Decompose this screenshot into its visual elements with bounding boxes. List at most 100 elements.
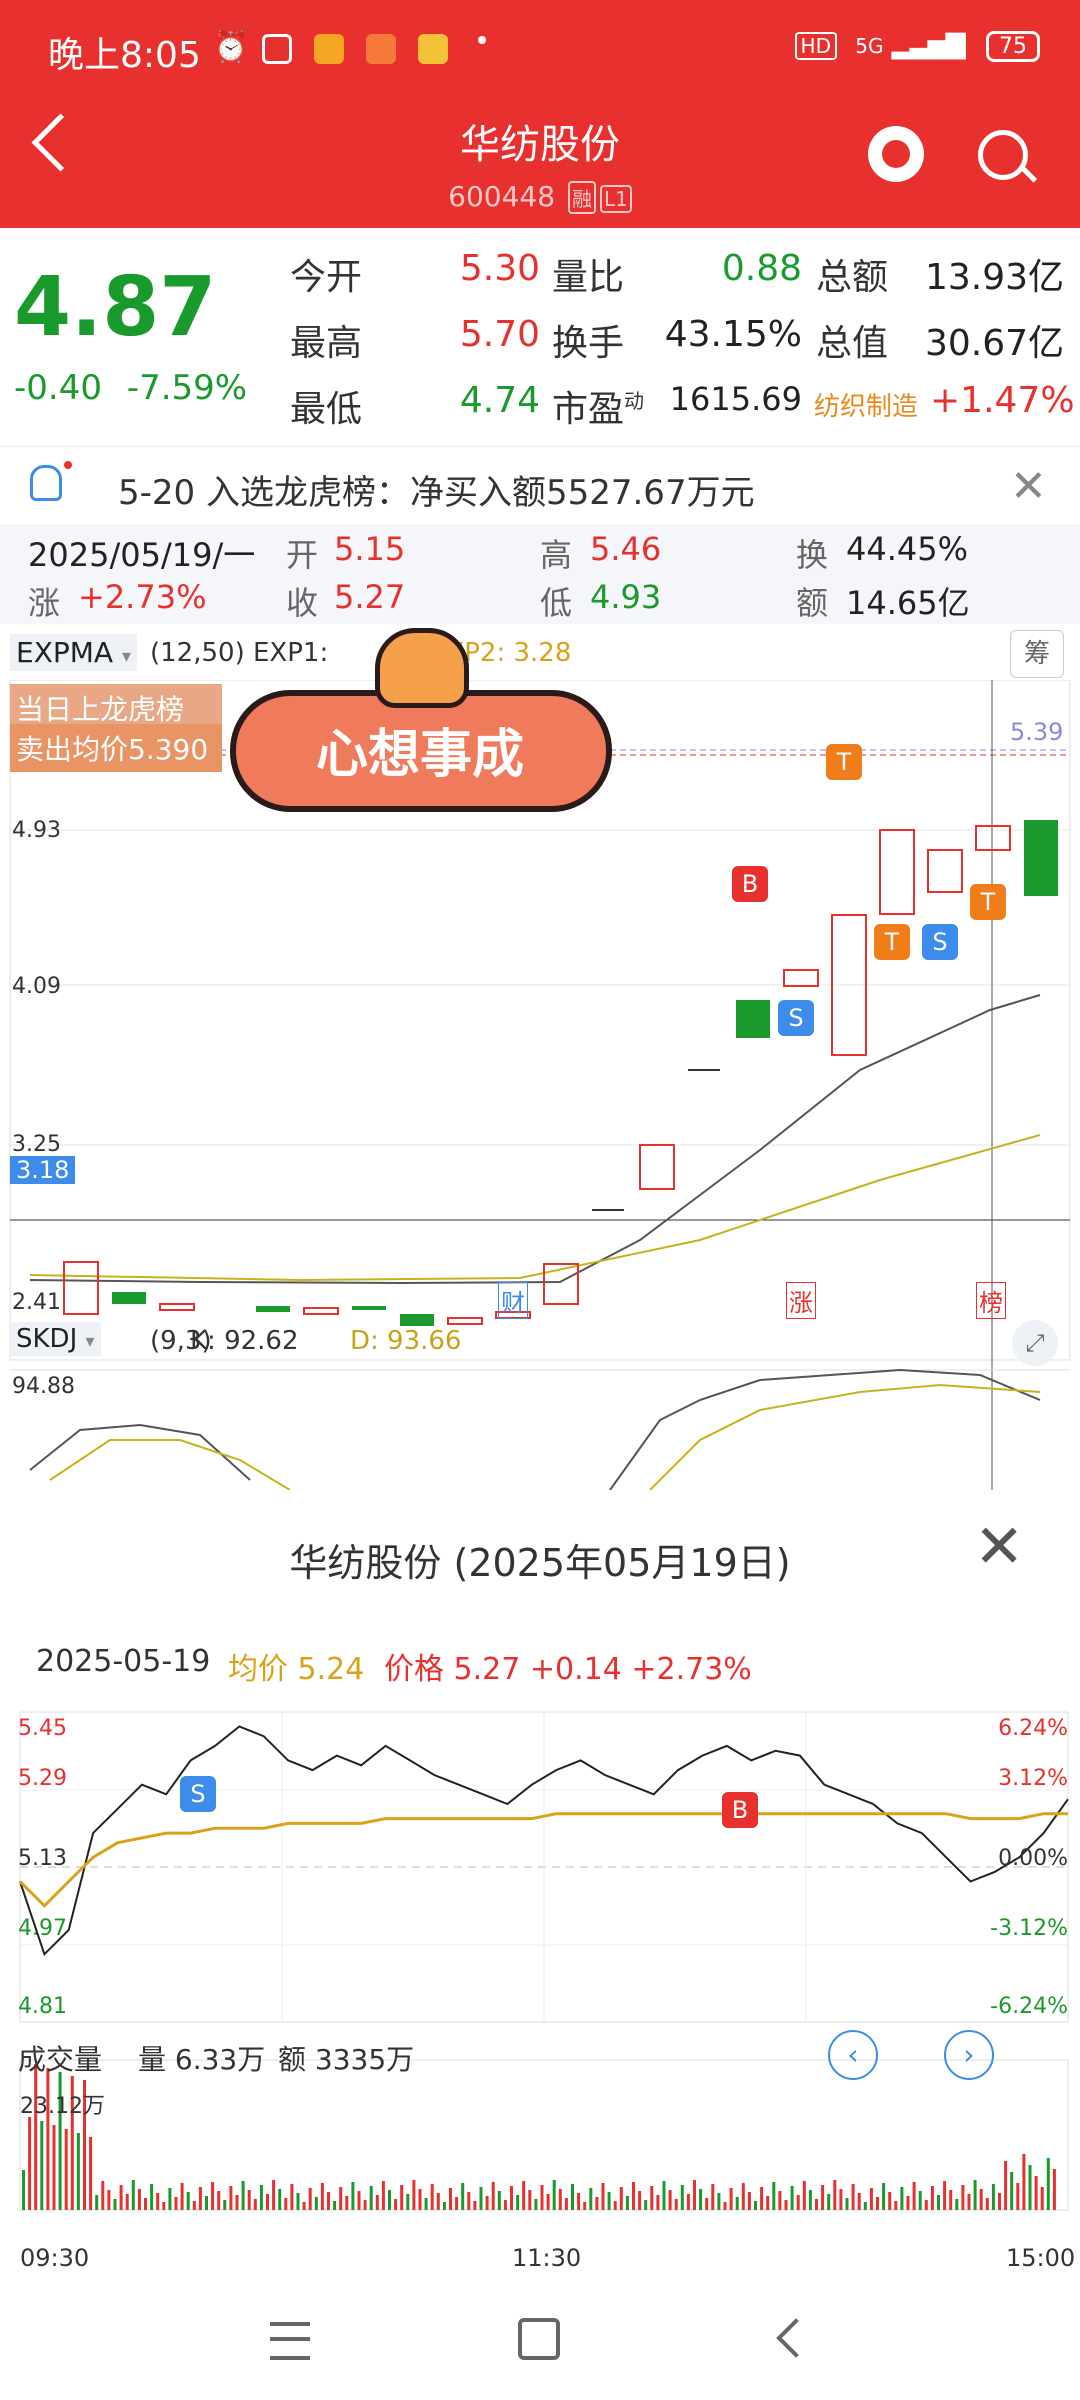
volume-bar <box>363 2200 367 2210</box>
limit-up-marker[interactable]: 涨 <box>786 1282 816 1319</box>
volume-bar <box>674 2199 678 2210</box>
close-notice-icon[interactable]: ✕ <box>1010 461 1047 512</box>
volume-bar <box>613 2201 617 2210</box>
label-high: 最高 <box>290 323 363 364</box>
volume-bar <box>571 2184 574 2210</box>
app-notification-icon-3 <box>418 34 448 64</box>
volume-bar <box>632 2182 635 2210</box>
volume-bar <box>510 2186 513 2210</box>
volume-bar <box>266 2194 269 2210</box>
sell-marker[interactable]: S <box>778 1000 814 1036</box>
back-nav-icon[interactable] <box>776 2318 816 2358</box>
volume-bar <box>131 2180 135 2210</box>
volume-bar <box>229 2186 233 2210</box>
volume-bar <box>290 2184 294 2210</box>
volume-bar <box>906 2196 910 2210</box>
volume-bar <box>137 2189 141 2210</box>
chevron-down-icon: ▾ <box>121 646 132 667</box>
volume-bar <box>1040 2187 1044 2210</box>
expand-icon[interactable]: ⤢ <box>1012 1320 1058 1366</box>
kline-date: 2025/05/19/一 <box>28 536 256 574</box>
search-icon[interactable] <box>978 130 1028 180</box>
volume-bar <box>22 2170 25 2210</box>
volume-bar <box>583 2202 587 2210</box>
volume-bar <box>76 2133 80 2210</box>
volume-bar <box>1046 2158 1050 2210</box>
robot-assistant-icon[interactable] <box>868 126 924 182</box>
volume-bar <box>461 2183 465 2210</box>
volume-bar <box>400 2185 404 2210</box>
label-turnover: 换手 <box>552 323 625 364</box>
volume-bar <box>815 2199 818 2210</box>
volume-bar <box>699 2189 703 2210</box>
label-industry[interactable]: 纺织制造 <box>814 386 918 423</box>
close-icon[interactable]: ✕ <box>974 1512 1024 1582</box>
prev-day-button[interactable]: ‹ <box>828 2030 878 2080</box>
intraday-svg[interactable] <box>0 1710 1080 2260</box>
t-marker[interactable]: T <box>970 884 1006 920</box>
right-axis-label: -3.12% <box>990 1916 1068 1941</box>
volume-bar <box>1034 2176 1038 2210</box>
volume-bar <box>253 2199 257 2210</box>
kline-high: 5.46 <box>590 530 662 568</box>
volume-bar <box>473 2201 477 2210</box>
volume-bar <box>656 2195 660 2210</box>
volume-bar <box>589 2188 593 2210</box>
volume-bar <box>351 2182 355 2210</box>
indicator-name: EXPMA <box>16 636 114 669</box>
volume-bar <box>101 2181 105 2210</box>
volume-value: 量 6.33万 <box>138 2043 266 2076</box>
skdj-d-line <box>49 1439 291 1490</box>
kline-turn: 44.45% <box>846 530 969 568</box>
t-marker[interactable]: T <box>826 744 862 780</box>
dragon-tiger-label-2: 卖出均价5.390 <box>10 724 222 772</box>
candle <box>256 1306 290 1312</box>
kline-low-label: 低 <box>540 584 573 622</box>
sell-marker[interactable]: S <box>922 924 958 960</box>
volume-bar <box>296 2193 300 2210</box>
volume-bar <box>156 2193 160 2210</box>
battery-icon: 75 <box>986 31 1040 62</box>
candles <box>63 820 1058 1326</box>
volume-bar <box>821 2185 825 2210</box>
volume-bar <box>491 2182 495 2210</box>
indicator-select[interactable]: EXPMA ▾ <box>10 634 138 671</box>
volume-bar <box>876 2197 879 2210</box>
sell-marker[interactable]: S <box>180 1776 216 1812</box>
price-pct: +2.73% <box>631 1652 752 1687</box>
volume-bar <box>388 2190 391 2210</box>
price-value: 5.27 <box>453 1652 521 1687</box>
change-value: -0.40 <box>14 368 102 408</box>
dragon-tiger-marker[interactable]: 榜 <box>976 1282 1006 1319</box>
buy-marker[interactable]: B <box>722 1792 758 1828</box>
volume-bar <box>845 2198 849 2210</box>
volume-bar <box>601 2183 605 2210</box>
volume-bar <box>272 2180 276 2210</box>
kline-chart[interactable]: EXPMA ▾ (12,50) EXP1: EXP2: 3.28 筹 4.93 … <box>0 628 1080 1490</box>
volume-bar <box>180 2183 184 2210</box>
next-day-button[interactable]: › <box>944 2030 994 2080</box>
finance-marker[interactable]: 财 <box>498 1282 528 1319</box>
menu-icon[interactable] <box>270 2322 310 2360</box>
volume-bar <box>967 2194 971 2210</box>
intraday-title: 华纺股份 (2025年05月19日) <box>289 1541 791 1585</box>
value-market-value: 30.67亿 <box>924 323 1064 364</box>
sticker-badge[interactable]: 心想事成 <box>230 628 612 812</box>
volume-bar <box>125 2194 129 2210</box>
sub-indicator-name: SKDJ <box>16 1324 78 1354</box>
t-marker[interactable]: T <box>874 924 910 960</box>
home-icon[interactable] <box>518 2318 560 2360</box>
buy-marker[interactable]: B <box>732 866 768 902</box>
volume-bar <box>406 2194 410 2210</box>
price-label: 价格 5.27 +0.14 +2.73% <box>384 1644 752 1688</box>
app-notification-icon-2 <box>366 34 396 64</box>
value-turnover: 43.15% <box>664 314 802 355</box>
lightbulb-icon <box>30 465 62 501</box>
chip-button[interactable]: 筹 <box>1010 630 1064 678</box>
volume-bar <box>693 2180 696 2210</box>
volume-bar <box>1022 2154 1026 2210</box>
sub-indicator-select[interactable]: SKDJ ▾ <box>10 1322 101 1356</box>
volume-bar <box>278 2189 282 2210</box>
left-axis-label: 5.29 <box>18 1766 67 1791</box>
notice-bar[interactable]: 5-20 入选龙虎榜：净买入额5527.67万元 ✕ <box>0 446 1080 527</box>
